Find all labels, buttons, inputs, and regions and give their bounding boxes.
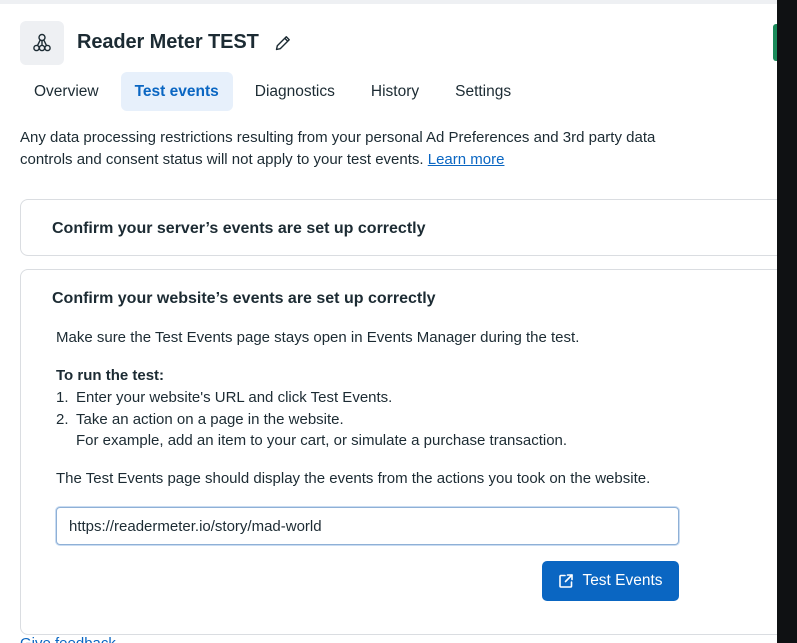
network-nodes-icon (20, 20, 64, 65)
learn-more-link[interactable]: Learn more (428, 151, 505, 168)
top-divider (0, 0, 777, 4)
step-text: Take an action on a page in the website. (76, 410, 344, 428)
step-number: 1. (56, 389, 69, 406)
tab-history[interactable]: History (357, 72, 433, 111)
give-feedback-link[interactable]: Give feedback (20, 635, 116, 643)
window-edge (777, 0, 797, 643)
tab-test-events[interactable]: Test events (120, 72, 233, 111)
privacy-notice: Any data processing restrictions resulti… (20, 127, 680, 171)
server-card-title: Confirm your server’s events are set up … (52, 220, 426, 237)
test-events-label: Test Events (582, 572, 663, 589)
run-test-heading: To run the test: (56, 367, 165, 384)
tab-settings[interactable]: Settings (441, 72, 525, 111)
list-item: 2. Take an action on a page in the websi… (56, 409, 567, 452)
tab-diagnostics[interactable]: Diagnostics (241, 72, 349, 111)
header: Reader Meter TEST (20, 20, 293, 65)
tab-bar: Overview Test events Diagnostics History… (20, 72, 533, 111)
intro-text: Make sure the Test Events page stays ope… (56, 329, 580, 346)
external-link-icon (559, 574, 574, 588)
events-manager-panel: Reader Meter TEST Overview Test events D… (0, 0, 777, 643)
website-url-input[interactable] (56, 507, 679, 545)
test-events-button[interactable]: Test Events (542, 561, 679, 601)
server-events-card[interactable]: Confirm your server’s events are set up … (20, 199, 777, 256)
step-text: Enter your website's URL and click Test … (76, 389, 393, 406)
tab-overview[interactable]: Overview (20, 72, 113, 111)
website-events-card: Confirm your website’s events are set up… (20, 269, 777, 635)
notice-text: Any data processing restrictions resulti… (20, 129, 656, 168)
list-item: 1. Enter your website's URL and click Te… (56, 387, 567, 409)
pencil-icon[interactable] (273, 33, 293, 53)
page-title: Reader Meter TEST (77, 31, 259, 53)
steps-list: 1. Enter your website's URL and click Te… (56, 387, 567, 452)
step-number: 2. (56, 410, 69, 428)
website-card-title: Confirm your website’s events are set up… (52, 290, 436, 307)
step-subtext: For example, add an item to your cart, o… (76, 432, 568, 449)
outro-text: The Test Events page should display the … (56, 470, 651, 487)
green-side-tab[interactable] (773, 24, 777, 61)
